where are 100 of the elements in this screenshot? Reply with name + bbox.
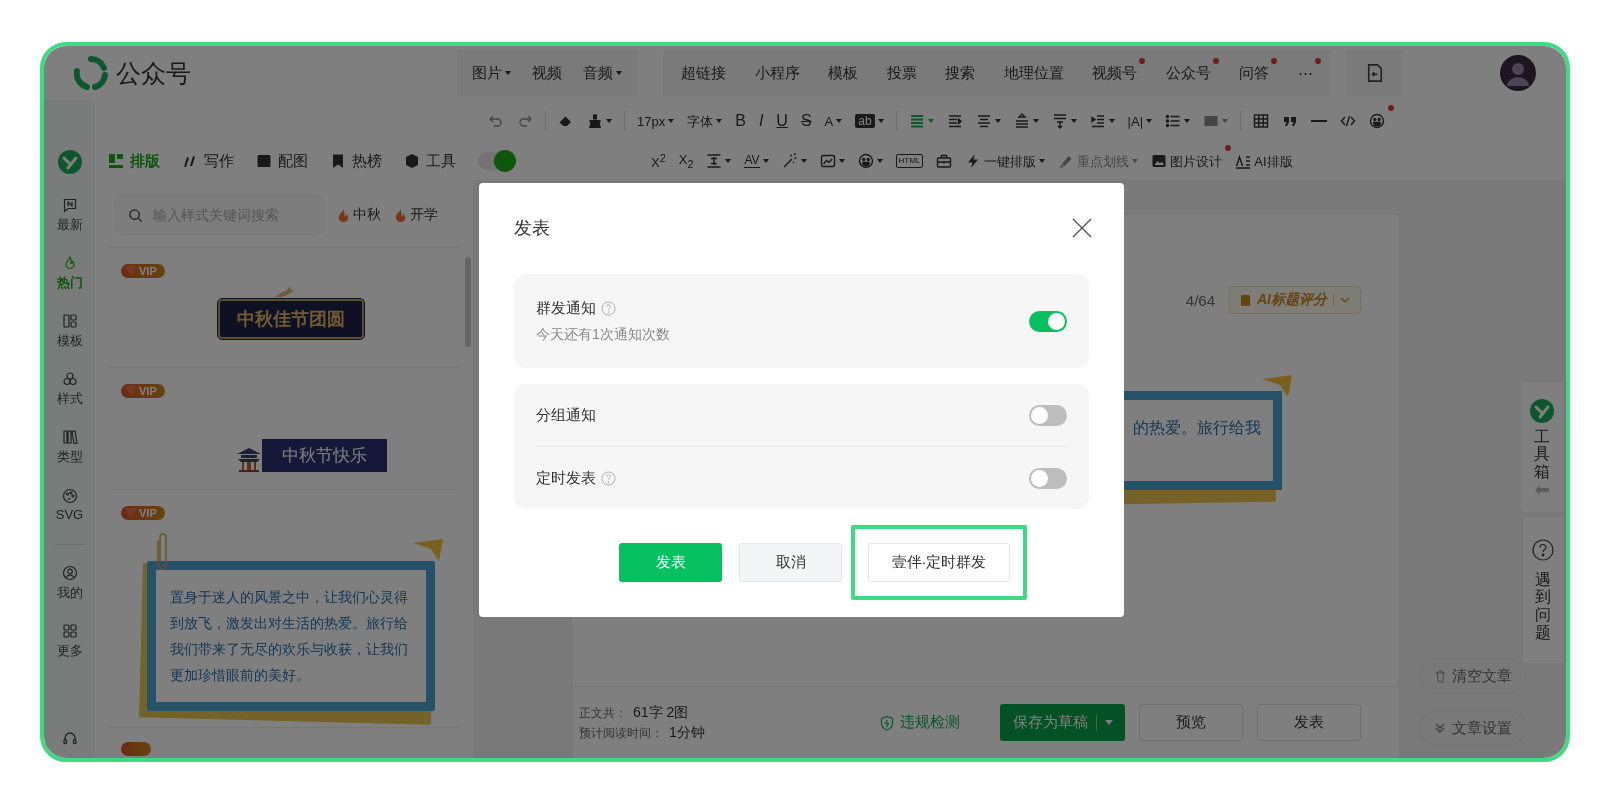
logo-icon — [57, 150, 82, 174]
caret-icon — [1146, 119, 1153, 123]
headset-icon[interactable] — [61, 730, 78, 746]
setting-label: 定时发表 — [536, 468, 596, 488]
paint-brush-icon — [587, 113, 603, 129]
toolbar-button[interactable]: I — [753, 107, 769, 135]
toolbox-tab[interactable]: 工具箱 — [1521, 382, 1563, 512]
setting-label: 群发通知 — [536, 298, 596, 318]
toolbar-button[interactable]: 17px — [632, 107, 680, 135]
preview-button[interactable]: 预览 — [1139, 704, 1243, 741]
chart-icon — [819, 153, 836, 169]
compliance-check-link[interactable]: 违规检测 — [879, 713, 960, 732]
panel-tab[interactable]: 排版 — [108, 151, 160, 171]
menu-item[interactable]: 地理位置 — [999, 59, 1068, 87]
user-icon — [61, 564, 78, 581]
card-text: 置身于迷人的风景之中，让我们心灵得到放飞，激发出对生活的热爱。旅行给我们带来了无尽的欢乐与收获，让我们更加珍惜眼前的美好。 — [169, 588, 409, 685]
panel-tab[interactable]: 写作 — [182, 151, 234, 171]
article-settings-button[interactable]: 文章设置 — [1419, 711, 1527, 745]
sidebar-item[interactable]: 我的 — [44, 554, 95, 612]
flame-icon — [393, 207, 408, 223]
vip-badge: VIP — [121, 506, 165, 520]
sidebar-item[interactable]: 最新 — [44, 186, 95, 244]
menu-item[interactable]: 公众号 — [1161, 59, 1215, 87]
caret-icon — [1039, 159, 1046, 163]
pavilion-icon — [236, 446, 262, 472]
ai-score-button[interactable]: AI标题评分 — [1229, 286, 1361, 314]
toolbar-button[interactable]: 一键排版 — [960, 147, 1051, 175]
toolbar-button[interactable]: 字体 — [682, 107, 728, 135]
menu-item[interactable]: 视频 — [528, 59, 566, 87]
menu-item[interactable]: 视频号 — [1088, 59, 1142, 87]
sidebar-item[interactable]: 模板 — [44, 302, 95, 360]
cancel-button[interactable]: 取消 — [739, 543, 842, 582]
hot-tag[interactable]: 中秋 — [336, 206, 381, 224]
publish-button[interactable]: 发表 — [619, 543, 722, 582]
document-button[interactable] — [1347, 50, 1403, 96]
toggle-switch[interactable] — [1029, 310, 1067, 332]
scheduled-send-button[interactable]: 壹伴·定时群发 — [868, 543, 1010, 582]
caret-icon — [838, 159, 845, 163]
circles-icon — [61, 370, 78, 387]
toolbar-button[interactable]: X$_{2}$ — [673, 147, 699, 175]
sidebar-item[interactable]: 类型 — [44, 418, 95, 476]
caret-icon — [1108, 119, 1115, 123]
title-banner[interactable]: 中秋节快乐 — [262, 439, 387, 472]
sidebar-item[interactable]: 样式 — [44, 360, 95, 418]
spacing-icon — [706, 153, 723, 169]
notification-dot — [1225, 145, 1232, 151]
close-button[interactable] — [1071, 217, 1093, 239]
title-banner[interactable]: 中秋佳节团圆 — [218, 299, 364, 339]
toolbar-button[interactable]: A — [819, 107, 848, 135]
publish-button[interactable]: 发表 — [1257, 704, 1361, 741]
menu-item[interactable]: ⋯ — [1293, 60, 1317, 86]
search-icon — [128, 207, 143, 223]
menu-item[interactable]: 图片 — [467, 59, 515, 87]
menu-item[interactable]: 模板 — [824, 59, 863, 87]
scrollbar[interactable] — [465, 257, 471, 347]
line-height-icon — [1013, 113, 1030, 129]
toolbar-button[interactable]: X$^{2}$ — [646, 147, 671, 175]
toolbar-button[interactable]: 图片设计 — [1146, 147, 1228, 175]
menu-item[interactable]: 音频 — [579, 59, 627, 87]
redo-icon — [517, 113, 533, 129]
menu-item[interactable]: 超链接 — [677, 59, 731, 87]
clear-article-button[interactable]: 清空文章 — [1419, 659, 1527, 693]
save-draft-button[interactable]: 保存为草稿 — [1000, 704, 1125, 741]
setting-note: 今天还有1次通知次数 — [536, 325, 670, 344]
menu-item[interactable]: 问答 — [1235, 59, 1274, 87]
menu-item[interactable]: 搜索 — [941, 59, 980, 87]
notification-dot — [1212, 57, 1219, 64]
stat-label: 预计阅读时间： — [579, 724, 663, 742]
toggle-switch[interactable] — [1029, 467, 1067, 489]
toggle-switch[interactable] — [1029, 404, 1067, 426]
toolbar-button[interactable]: U — [771, 107, 793, 135]
hot-tag[interactable]: 开学 — [393, 206, 438, 224]
toolbar-button[interactable]: B — [730, 107, 751, 135]
sidebar-item[interactable]: SVG — [44, 476, 95, 534]
sidebar-item[interactable]: 热门 — [44, 244, 95, 302]
avatar-icon[interactable] — [1500, 55, 1536, 91]
pen-icon — [182, 153, 198, 169]
panel-tab[interactable]: 热榜 — [330, 151, 382, 171]
layout-icon — [61, 312, 78, 329]
menu-item[interactable]: 小程序 — [750, 59, 804, 87]
stat-value: 1分钟 — [669, 723, 705, 742]
caret-icon — [725, 159, 732, 163]
logo-icon — [74, 56, 108, 90]
palette-icon — [61, 488, 78, 504]
help-tab[interactable]: 遇到问题 — [1523, 517, 1563, 663]
menu-item[interactable]: 投票 — [882, 59, 921, 87]
toggle-switch[interactable] — [478, 152, 514, 170]
panel-tab[interactable]: 配图 — [256, 151, 308, 171]
dialog-title: 发表 — [514, 217, 550, 240]
emoji-icon — [1369, 113, 1386, 129]
panel-tab[interactable]: 工具 — [404, 151, 456, 171]
toolbar-button[interactable]: AI排版 — [1230, 147, 1298, 175]
toolbar-button[interactable]: ab — [850, 107, 889, 135]
paragraph-spacing-icon — [1051, 113, 1068, 129]
toolbar-button[interactable]: S — [795, 107, 817, 135]
toolbar-button[interactable]: HTML — [890, 147, 929, 175]
sidebar-item[interactable]: 更多 — [44, 612, 95, 670]
toolbar-button[interactable]: AV — [739, 147, 774, 175]
toolbar-button[interactable]: |A| — [1122, 107, 1158, 135]
quote-card[interactable]: 置身于迷人的风景之中，让我们心灵得到放飞，激发出对生活的热爱。旅行给我们带来了无尽的欢乐与收获，让我们更加珍惜眼前的美好。 — [147, 561, 435, 711]
